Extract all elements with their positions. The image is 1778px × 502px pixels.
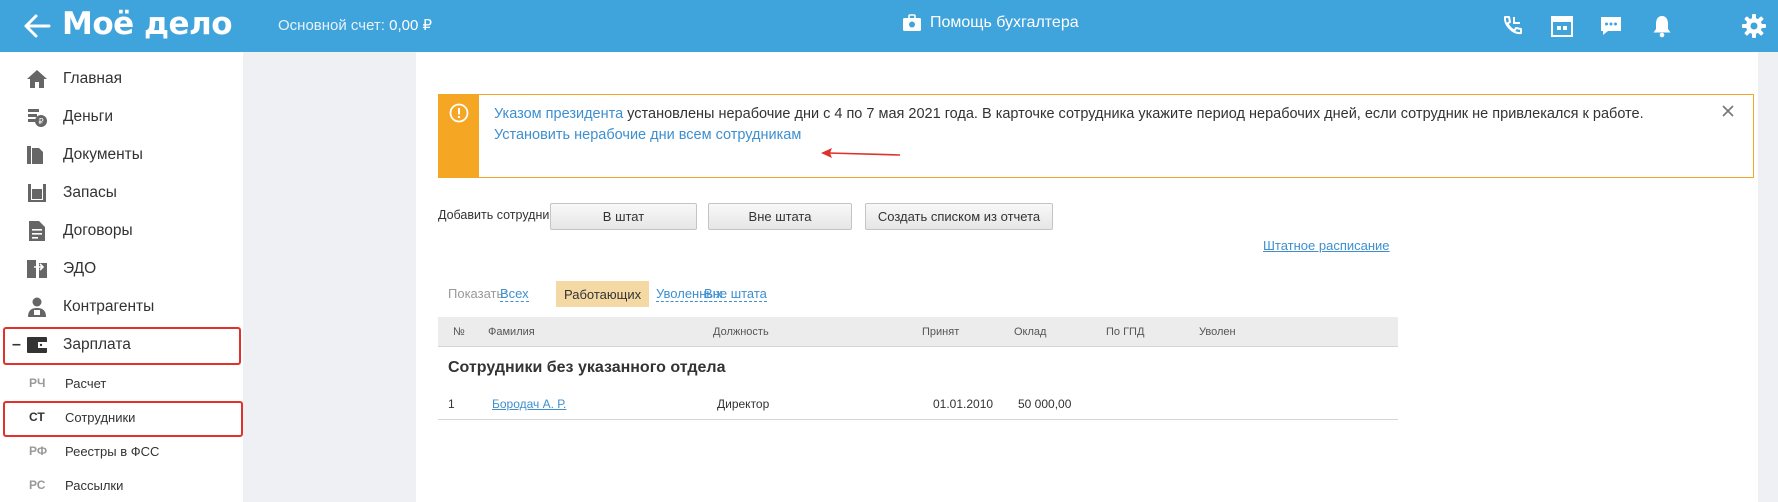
sidebar-item-edo[interactable]: ЭДО	[0, 250, 243, 288]
create-from-report-button[interactable]: Создать списком из отчета	[865, 203, 1053, 230]
subitem-label: Реестры в ФСС	[65, 443, 160, 459]
sidebar-subitem-fss-registries[interactable]: РФ Реестры в ФСС	[0, 434, 243, 468]
warning-icon	[449, 103, 469, 123]
contracts-icon	[29, 221, 45, 241]
add-in-staff-button[interactable]: В штат	[550, 203, 697, 230]
column-position[interactable]: Должность	[713, 326, 769, 338]
column-salary[interactable]: Оклад	[1014, 326, 1046, 338]
briefcase-icon	[903, 14, 921, 31]
right-gutter	[1758, 52, 1778, 502]
notice-text: Указом президента установлены нерабочие …	[494, 104, 1644, 146]
subitem-abbr: РФ	[29, 444, 48, 458]
highlight-frame	[3, 401, 243, 437]
annotation-arrow-icon	[821, 148, 901, 158]
account-balance: 0,00 ₽	[389, 17, 433, 34]
stock-icon	[28, 184, 46, 202]
subitem-abbr: РЧ	[29, 376, 46, 390]
cell-number: 1	[448, 397, 455, 411]
president-decree-link[interactable]: Указом президента	[494, 106, 623, 122]
cell-hired: 01.01.2010	[933, 397, 994, 411]
column-surname[interactable]: Фамилия	[488, 326, 535, 338]
highlight-frame	[3, 327, 241, 365]
sidebar-item-stock[interactable]: Запасы	[0, 174, 243, 212]
left-gutter	[243, 52, 416, 502]
documents-icon	[27, 146, 43, 164]
top-bar: Моё дело Основной счет: 0,00 ₽ Помощь бу…	[0, 0, 1778, 52]
accountant-help-link[interactable]: Помощь бухгалтера	[902, 14, 1079, 32]
bell-icon[interactable]	[1649, 13, 1675, 39]
cell-salary: 50 000,00	[1018, 397, 1072, 411]
sidebar-item-documents[interactable]: Документы	[0, 136, 243, 174]
sidebar-item-label: Документы	[63, 146, 143, 163]
notice-banner: Указом президента установлены нерабочие …	[438, 94, 1754, 178]
subitem-abbr: РС	[29, 478, 46, 492]
column-dismissed[interactable]: Уволен	[1199, 326, 1236, 338]
account-label: Основной счет:	[278, 17, 385, 34]
sidebar-item-label: Главная	[63, 70, 122, 87]
table-header: № Фамилия Должность Принят Оклад По ГПД …	[438, 317, 1398, 347]
set-nonworking-days-link[interactable]: Установить нерабочие дни всем сотрудника…	[494, 127, 801, 143]
gear-icon[interactable]	[1741, 13, 1767, 39]
filter-working[interactable]: Работающих	[556, 281, 650, 307]
sidebar-subitem-calculation[interactable]: РЧ Расчет	[0, 366, 243, 400]
app-logo[interactable]: Моё дело	[62, 6, 233, 42]
assistant-label: Помощь бухгалтера	[930, 14, 1079, 31]
filter-label: Показать:	[448, 286, 507, 301]
home-icon	[27, 70, 47, 88]
table-row[interactable]: 1 Бородач А. Р. Директор 01.01.2010 50 0…	[438, 392, 1398, 420]
calendar-icon[interactable]	[1549, 13, 1575, 39]
sidebar-item-home[interactable]: Главная	[0, 60, 243, 98]
sidebar-item-money[interactable]: ₽ Деньги	[0, 98, 243, 136]
subitem-label: Рассылки	[65, 477, 124, 493]
sidebar-item-label: Деньги	[63, 108, 114, 125]
add-employee-label: Добавить сотрудника:	[438, 208, 566, 222]
sidebar-subitem-mailings[interactable]: РС Рассылки	[0, 468, 243, 502]
sidebar-item-label: Контрагенты	[63, 298, 155, 315]
main-account[interactable]: Основной счет: 0,00 ₽	[278, 16, 432, 34]
filter-out-of-staff[interactable]: Вне штата	[704, 286, 767, 302]
back-arrow-icon[interactable]	[22, 12, 52, 40]
svg-text:₽: ₽	[38, 117, 43, 126]
column-hired[interactable]: Принят	[922, 326, 959, 338]
sidebar-item-label: Договоры	[63, 222, 133, 239]
edo-icon	[27, 260, 47, 278]
column-number[interactable]: №	[453, 326, 465, 338]
cell-position: Директор	[717, 397, 770, 411]
column-gpd[interactable]: По ГПД	[1106, 326, 1144, 338]
notice-message: установлены нерабочие дни с 4 по 7 мая 2…	[623, 106, 1644, 122]
sidebar-item-label: ЭДО	[63, 260, 97, 277]
subitem-label: Расчет	[65, 375, 107, 391]
sidebar: Главная ₽ Деньги Документы Запасы Догово…	[0, 52, 243, 502]
department-group-title: Сотрудники без указанного отдела	[448, 359, 726, 376]
notice-bar	[439, 95, 479, 177]
contractors-icon	[28, 297, 46, 317]
sidebar-item-contracts[interactable]: Договоры	[0, 212, 243, 250]
money-icon: ₽	[28, 109, 47, 127]
add-out-of-staff-button[interactable]: Вне штата	[708, 203, 852, 230]
employee-name-link[interactable]: Бородач А. Р.	[492, 397, 566, 411]
sidebar-item-contractors[interactable]: Контрагенты	[0, 288, 243, 326]
close-icon[interactable]	[1721, 104, 1735, 118]
phone-icon[interactable]	[1499, 13, 1525, 39]
staff-schedule-link[interactable]: Штатное расписание	[1263, 238, 1390, 253]
sidebar-item-label: Запасы	[63, 184, 117, 201]
filter-all[interactable]: Всех	[500, 286, 529, 302]
chat-icon[interactable]	[1598, 13, 1624, 39]
